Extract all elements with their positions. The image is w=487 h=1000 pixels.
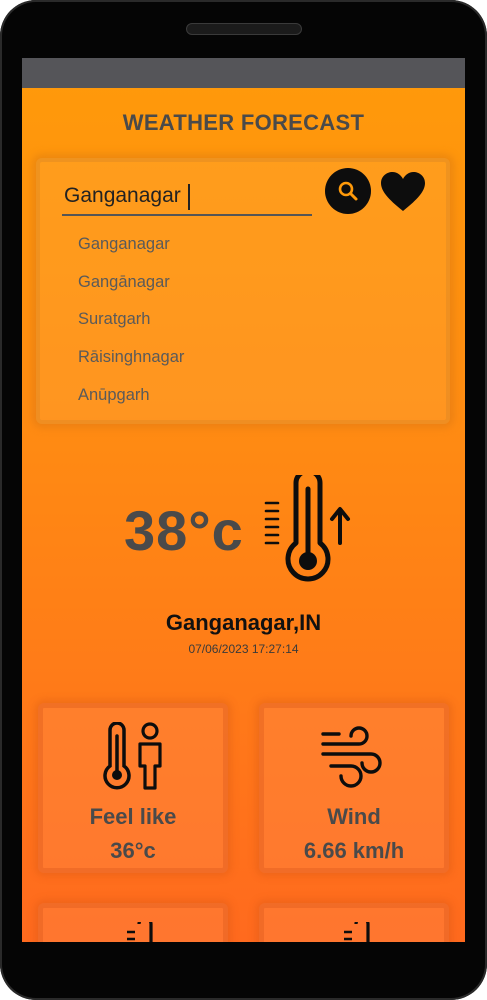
suggestion-item[interactable]: Anūpgarh bbox=[78, 377, 184, 415]
favorite-button[interactable] bbox=[380, 171, 426, 213]
search-icon bbox=[338, 181, 358, 201]
wind-card: Wind 6.66 km/h bbox=[259, 703, 449, 873]
status-bar bbox=[22, 58, 465, 88]
thermometer-up-icon bbox=[264, 475, 350, 582]
suggestion-item[interactable]: Rāisinghnagar bbox=[78, 339, 184, 377]
timestamp: 07/06/2023 17:27:14 bbox=[188, 642, 299, 656]
partial-card bbox=[38, 903, 228, 942]
feels-like-card: Feel like 36°c bbox=[38, 703, 228, 873]
heart-icon bbox=[381, 172, 425, 211]
location-name: Ganganagar,IN bbox=[165, 610, 322, 635]
phone-frame: WEATHER FORECAST Ganganagar Gangānagar S… bbox=[0, 0, 487, 1000]
wind-label: Wind bbox=[327, 804, 381, 829]
feels-like-label: Feel like bbox=[89, 804, 177, 829]
text-cursor bbox=[188, 184, 190, 210]
speaker-grille bbox=[186, 23, 302, 35]
suggestion-list: Ganganagar Gangānagar Suratgarh Rāisingh… bbox=[78, 226, 184, 414]
partial-card bbox=[259, 903, 449, 942]
suggestion-item[interactable]: Gangānagar bbox=[78, 264, 184, 302]
thermometer-icon bbox=[127, 922, 153, 942]
search-input[interactable] bbox=[62, 178, 312, 216]
thermometer-person-icon bbox=[103, 722, 162, 790]
suggestion-item[interactable]: Suratgarh bbox=[78, 301, 184, 339]
wind-icon bbox=[321, 726, 382, 788]
wind-value: 6.66 km/h bbox=[303, 838, 405, 863]
feels-like-value: 36°c bbox=[110, 838, 156, 863]
app-title: WEATHER FORECAST bbox=[122, 110, 365, 135]
suggestion-item[interactable]: Ganganagar bbox=[78, 226, 184, 264]
search-button[interactable] bbox=[325, 168, 371, 214]
app-screen: WEATHER FORECAST Ganganagar Gangānagar S… bbox=[22, 58, 465, 942]
current-temperature: 38°c bbox=[124, 499, 244, 562]
thermometer-down-icon bbox=[344, 922, 370, 942]
